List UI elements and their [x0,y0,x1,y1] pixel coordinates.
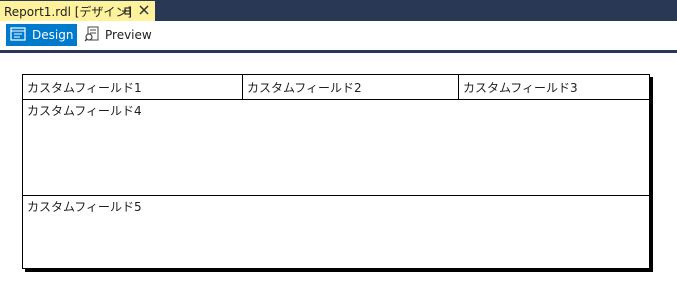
report-header-row: カスタムフィールド1 カスタムフィールド2 カスタムフィールド3 [23,75,649,100]
preview-tab-label: Preview [105,28,152,42]
preview-tab[interactable]: Preview [82,24,152,46]
close-icon-glyph [139,5,149,15]
pin-icon-glyph [122,7,131,15]
report-body[interactable]: カスタムフィールド1 カスタムフィールド2 カスタムフィールド3 カスタムフィー… [22,74,650,269]
textbox-custom-field-5[interactable]: カスタムフィールド5 [27,198,142,215]
report-rectangle-field-5[interactable]: カスタムフィールド5 [23,196,649,268]
textbox-custom-field-4[interactable]: カスタムフィールド4 [27,102,142,119]
document-tab-title: Report1.rdl [デザイン] [4,4,133,19]
design-tab-label: Design [32,28,74,42]
textbox-custom-field-1[interactable]: カスタムフィールド1 [23,75,243,99]
design-icon-glyph [10,26,26,41]
textbox-custom-field-2[interactable]: カスタムフィールド2 [243,75,459,99]
design-tab[interactable]: Design [6,24,77,46]
pin-icon[interactable] [120,4,132,18]
designer-toolbar: Design Preview [0,21,677,50]
textbox-custom-field-3[interactable]: カスタムフィールド3 [459,75,649,99]
document-tab-report1[interactable]: Report1.rdl [デザイン] [0,1,155,21]
preview-icon [84,26,100,45]
document-tab-strip: Report1.rdl [デザイン] [0,0,677,21]
close-icon[interactable] [137,3,151,17]
design-icon [10,26,26,45]
preview-icon-glyph [84,26,99,42]
report-rectangle-field-4[interactable]: カスタムフィールド4 [23,100,649,196]
design-surface[interactable]: カスタムフィールド1 カスタムフィールド2 カスタムフィールド3 カスタムフィー… [0,53,677,305]
